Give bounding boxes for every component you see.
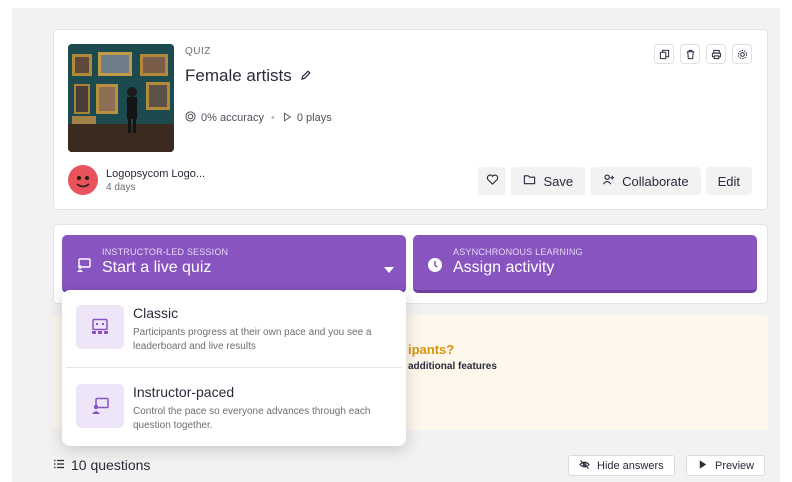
author-name[interactable]: Logopsycom Logo...: [106, 168, 205, 180]
presentation-icon: [76, 384, 124, 428]
quiz-card: QUIZ Female artists 0% accuracy • 0 play…: [53, 29, 768, 210]
quiz-title-row: Female artists: [185, 66, 312, 86]
heart-icon: [486, 173, 499, 189]
question-count: 10 questions: [53, 457, 150, 473]
preview-label: Preview: [715, 459, 755, 472]
play-outline-icon: [282, 111, 292, 125]
eye-off-icon: [579, 459, 590, 473]
hide-answers-button[interactable]: Hide answers: [568, 455, 675, 476]
assign-activity-button[interactable]: ASYNCHRONOUS LEARNING Assign activity: [413, 235, 757, 293]
target-icon: [185, 111, 196, 125]
live-session-text: Start a live quiz: [102, 259, 212, 276]
async-learning-text: Assign activity: [453, 259, 555, 276]
dropdown-divider: [66, 367, 402, 368]
collaborate-button[interactable]: Collaborate: [590, 167, 701, 195]
author-text: Logopsycom Logo... 4 days: [106, 168, 205, 193]
duplicate-icon[interactable]: [654, 44, 674, 64]
quiz-title: Female artists: [185, 66, 292, 85]
list-icon: [53, 457, 65, 473]
print-icon[interactable]: [706, 44, 726, 64]
quiz-thumbnail: [68, 44, 174, 152]
accuracy-stat: 0% accuracy: [201, 112, 264, 124]
start-live-quiz-button[interactable]: INSTRUCTOR-LED SESSION Start a live quiz: [62, 235, 406, 293]
stat-separator: •: [270, 112, 275, 124]
save-button[interactable]: Save: [511, 167, 586, 195]
quiz-stats: 0% accuracy • 0 plays: [185, 111, 332, 125]
pencil-icon[interactable]: [300, 66, 312, 86]
classic-mode-description: Participants progress at their own pace …: [133, 327, 372, 352]
trash-icon[interactable]: [680, 44, 700, 64]
upsell-subtitle: additional features: [408, 361, 497, 372]
preview-button[interactable]: Preview: [686, 455, 766, 476]
instructor-paced-description: Control the pace so everyone advances th…: [133, 406, 371, 431]
author-info: Logopsycom Logo... 4 days: [68, 165, 205, 195]
like-button[interactable]: [478, 167, 507, 195]
instructor-paced-title: Instructor-paced: [133, 384, 235, 400]
live-quiz-mode-dropdown: Classic Participants progress at their o…: [62, 290, 406, 446]
quiz-toolbar: [654, 44, 752, 64]
classic-mode-title: Classic: [133, 305, 179, 321]
author-time: 4 days: [106, 181, 136, 193]
question-count-text: 10 questions: [71, 457, 151, 473]
classroom-icon: [76, 305, 124, 349]
folder-icon: [523, 173, 536, 189]
edit-button[interactable]: Edit: [705, 167, 752, 195]
hide-answers-label: Hide answers: [597, 459, 664, 472]
live-session-label: INSTRUCTOR-LED SESSION: [102, 247, 229, 257]
add-user-icon: [602, 173, 615, 189]
avatar[interactable]: [68, 165, 98, 195]
edit-button-label: Edit: [717, 173, 740, 189]
settings-icon[interactable]: [732, 44, 752, 64]
collaborate-button-label: Collaborate: [622, 173, 689, 189]
play-icon: [697, 459, 708, 473]
async-learning-label: ASYNCHRONOUS LEARNING: [453, 247, 583, 257]
presentation-icon: [76, 257, 92, 273]
quiz-actions: Save Collaborate Edit: [478, 167, 752, 195]
chevron-down-icon[interactable]: [384, 261, 394, 273]
quiz-type-label: QUIZ: [185, 46, 211, 57]
clock-icon: [427, 257, 443, 273]
upsell-title: ipants?: [408, 342, 455, 357]
plays-stat: 0 plays: [296, 112, 332, 124]
save-button-label: Save: [543, 173, 574, 189]
